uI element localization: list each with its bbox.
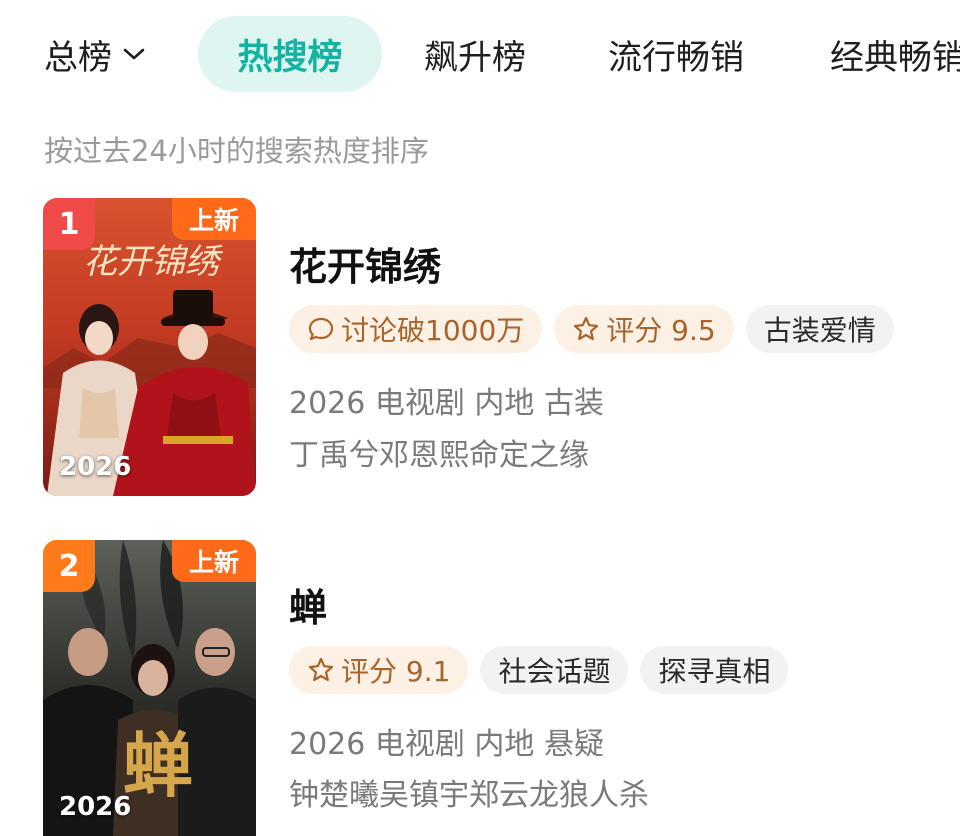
tab-total-label: 总榜 (44, 37, 112, 78)
poster-year: 2026 (59, 792, 132, 822)
poster-image[interactable]: 花开锦绣 1 上新 2026 (43, 198, 256, 496)
tab-hot-search[interactable]: 热搜榜 (198, 16, 382, 92)
ranking-description: 按过去24小时的搜索热度排序 (44, 134, 429, 168)
star-icon (308, 657, 334, 682)
new-release-badge: 上新 (172, 540, 256, 582)
tag-chips: 评分 9.1 社会话题 探寻真相 (289, 646, 789, 694)
poster-image[interactable]: 蝉 2 上新 2026 (43, 540, 256, 836)
item-description: 丁禹兮邓恩熙命定之缘 (289, 438, 589, 473)
comment-icon (308, 317, 334, 341)
svg-text:花开锦绣: 花开锦绣 (83, 242, 224, 282)
tab-total-dropdown[interactable]: 总榜 (44, 16, 146, 92)
item-description: 钟楚曦吴镇宇郑云龙狼人杀 (289, 778, 649, 813)
topic-chip[interactable]: 社会话题 (480, 646, 629, 694)
ranking-tabs: 总榜 热搜榜 飙升榜 流行畅销 经典畅销 (0, 16, 960, 92)
tab-hot-search-label: 热搜榜 (237, 37, 343, 78)
discussion-chip[interactable]: 讨论破1000万 (289, 305, 543, 353)
tab-classic-bestseller[interactable]: 经典畅销 (830, 16, 960, 92)
star-icon (574, 316, 599, 341)
rating-chip[interactable]: 评分 9.1 (289, 646, 469, 694)
tab-rising[interactable]: 飙升榜 (424, 16, 526, 92)
new-release-badge: 上新 (172, 198, 256, 240)
tab-rising-label: 飙升榜 (424, 37, 526, 78)
rank-badge: 1 (43, 198, 95, 250)
item-title[interactable]: 蝉 (289, 577, 327, 632)
genre-chip[interactable]: 古装爱情 (745, 305, 894, 353)
chevron-down-icon (123, 48, 145, 60)
rank-badge: 2 (43, 540, 95, 592)
tab-popular-label: 流行畅销 (608, 37, 744, 78)
item-meta: 2026 电视剧 内地 古装 (289, 386, 604, 421)
poster-year: 2026 (59, 452, 132, 482)
tab-popular-bestseller[interactable]: 流行畅销 (608, 16, 744, 92)
svg-text:蝉: 蝉 (123, 724, 193, 807)
tab-classic-label: 经典畅销 (830, 37, 960, 78)
tag-chips: 讨论破1000万 评分 9.5 古装爱情 (289, 305, 894, 353)
item-title[interactable]: 花开锦绣 (289, 236, 441, 291)
rating-chip[interactable]: 评分 9.5 (554, 305, 734, 353)
topic-chip[interactable]: 探寻真相 (640, 646, 789, 694)
item-meta: 2026 电视剧 内地 悬疑 (289, 727, 604, 762)
